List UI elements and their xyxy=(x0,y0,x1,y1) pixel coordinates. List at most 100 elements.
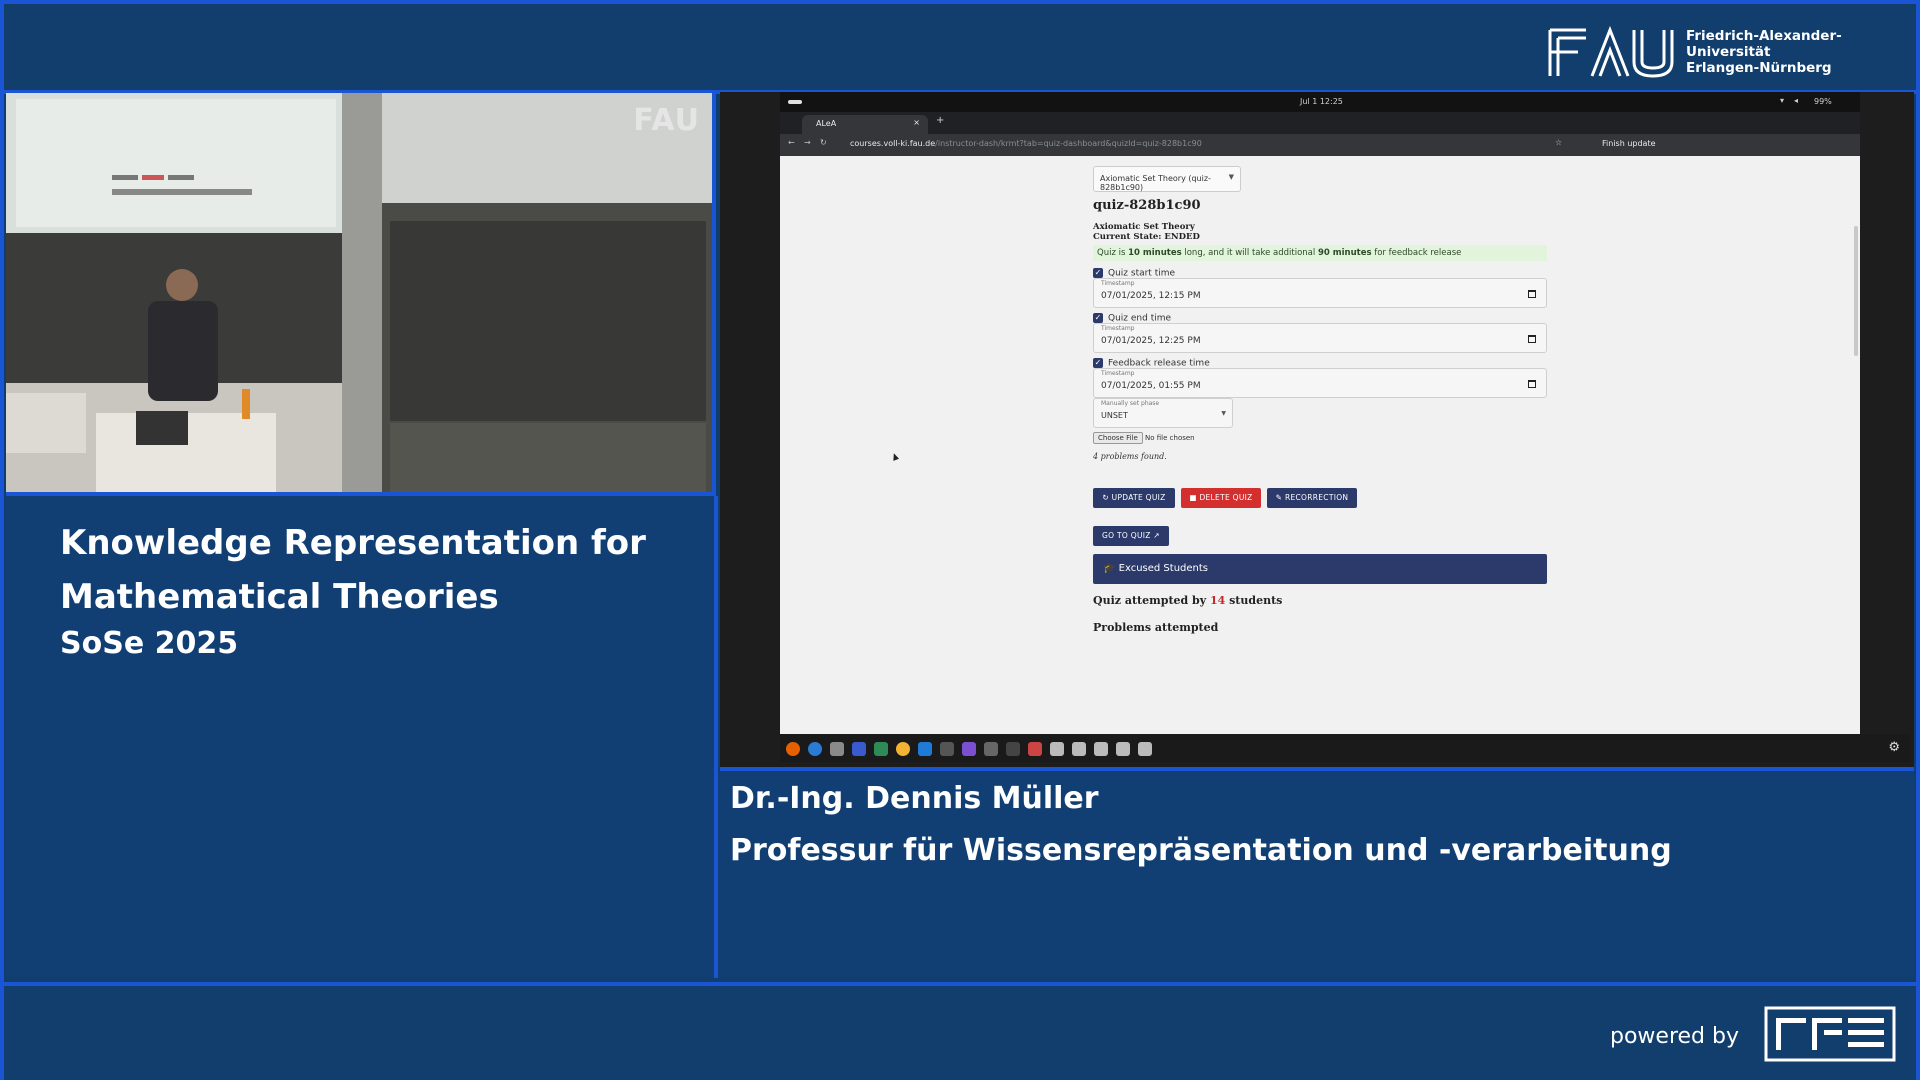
camera-watermark: FAU xyxy=(633,103,700,138)
graduation-cap-icon: 🎓 xyxy=(1103,563,1116,574)
feedback-release-label: Feedback release time xyxy=(1108,358,1210,369)
calendar-icon[interactable] xyxy=(1528,380,1536,388)
app-icon[interactable] xyxy=(962,742,976,756)
timestamp-label: Timestamp xyxy=(1101,370,1135,377)
app-icon[interactable] xyxy=(852,742,866,756)
go-to-quiz-button[interactable]: GO TO QUIZ ↗ xyxy=(1093,526,1169,546)
university-line1: Friedrich-Alexander-Universität xyxy=(1686,28,1842,60)
reload-icon[interactable]: ↻ xyxy=(820,138,827,147)
lecturer-panel: Dr.-Ing. Dennis Müller Professur für Wis… xyxy=(718,771,1914,978)
app-icon[interactable] xyxy=(1028,742,1042,756)
problems-attempted-heading: Problems attempted xyxy=(1093,621,1219,634)
delete-quiz-label: DELETE QUIZ xyxy=(1199,493,1253,502)
calendar-icon[interactable] xyxy=(1528,335,1536,343)
university-name: Friedrich-Alexander-Universität Erlangen… xyxy=(1686,28,1916,76)
trash-icon: ■ xyxy=(1189,493,1200,502)
info-prefix: Quiz is xyxy=(1097,248,1129,258)
recorrection-label: RECORRECTION xyxy=(1284,493,1349,502)
page-scrollbar[interactable] xyxy=(1854,226,1858,356)
chair-name: Professur für Wissensrepräsentation und … xyxy=(730,833,1672,868)
quiz-state: Current State: ENDED xyxy=(1093,232,1200,242)
url-domain: courses.voll-ki.fau.de xyxy=(850,139,936,148)
window-icon[interactable] xyxy=(1050,742,1064,756)
quiz-end-checkbox[interactable]: ✓ Quiz end time xyxy=(1093,313,1171,324)
files-icon[interactable] xyxy=(830,742,844,756)
quiz-subtitle: Axiomatic Set Theory xyxy=(1093,222,1195,232)
info-suffix: for feedback release xyxy=(1371,248,1462,258)
calendar-icon[interactable] xyxy=(1528,290,1536,298)
url-path: /instructor-dash/krmt?tab=quiz-dashboard… xyxy=(935,139,1202,148)
phase-select[interactable]: Manually set phase UNSET ▼ xyxy=(1093,398,1233,428)
phase-value: UNSET xyxy=(1101,411,1128,420)
delete-quiz-button[interactable]: ■ DELETE QUIZ xyxy=(1181,488,1261,508)
clock[interactable]: Jul 1 12:25 xyxy=(1300,97,1343,106)
excused-students-label: Excused Students xyxy=(1118,563,1209,574)
quiz-start-checkbox[interactable]: ✓ Quiz start time xyxy=(1093,268,1175,279)
quiz-selector[interactable]: Axiomatic Set Theory (quiz-828b1c90) ▼ xyxy=(1093,166,1241,192)
recorrection-button[interactable]: ✎ RECORRECTION xyxy=(1267,488,1357,508)
info-mid: long, and it will take additional xyxy=(1181,248,1318,258)
info-minutes: 10 minutes xyxy=(1128,248,1182,258)
checkbox-checked-icon: ✓ xyxy=(1093,358,1103,368)
quiz-selector-value: Axiomatic Set Theory (quiz-828b1c90) xyxy=(1100,174,1211,192)
quiz-start-value: 07/01/2025, 12:15 PM xyxy=(1101,291,1201,301)
volume-icon: ◂ xyxy=(1794,96,1799,105)
course-title: Knowledge Representation for Mathematica… xyxy=(60,523,646,617)
settings-gear-icon[interactable]: ⚙ xyxy=(1888,740,1900,755)
go-to-quiz-label: GO TO QUIZ xyxy=(1102,531,1151,540)
quiz-start-field[interactable]: Timestamp 07/01/2025, 12:15 PM xyxy=(1093,278,1547,308)
choose-file-button[interactable]: Choose File xyxy=(1093,432,1143,444)
update-quiz-label: UPDATE QUIZ xyxy=(1111,493,1166,502)
feedback-release-field[interactable]: Timestamp 07/01/2025, 01:55 PM xyxy=(1093,368,1547,398)
thunderbird-icon[interactable] xyxy=(808,742,822,756)
tab-title: ALeA xyxy=(816,119,837,128)
back-icon[interactable]: ← xyxy=(788,138,795,147)
excused-students-panel[interactable]: 🎓 Excused Students xyxy=(1093,554,1547,584)
terminal-icon[interactable] xyxy=(874,742,888,756)
app-icon[interactable] xyxy=(984,742,998,756)
quiz-end-label: Quiz end time xyxy=(1108,313,1172,324)
file-upload: Choose File No file chosen xyxy=(1093,432,1195,444)
window-icon[interactable] xyxy=(1072,742,1086,756)
semester: SoSe 2025 xyxy=(60,626,239,661)
mouse-cursor xyxy=(890,452,900,461)
finish-update-button[interactable]: Finish update xyxy=(1602,139,1656,148)
course-panel: Knowledge Representation for Mathematica… xyxy=(6,496,718,978)
university-line2: Erlangen-Nürnberg xyxy=(1686,60,1832,76)
chrome-icon[interactable] xyxy=(896,742,910,756)
window-icon[interactable] xyxy=(1094,742,1108,756)
timestamp-label: Timestamp xyxy=(1101,325,1135,332)
feedback-release-checkbox[interactable]: ✓ Feedback release time xyxy=(1093,358,1210,369)
update-quiz-button[interactable]: ↻ UPDATE QUIZ xyxy=(1093,488,1175,508)
powered-by-label: powered by xyxy=(1610,1024,1739,1049)
new-tab-icon[interactable]: + xyxy=(936,115,944,126)
refresh-icon: ↻ xyxy=(1102,493,1112,502)
firefox-icon[interactable] xyxy=(786,742,800,756)
bookmark-star-icon[interactable]: ☆ xyxy=(1555,138,1562,147)
url-field[interactable]: courses.voll-ki.fau.de/instructor-dash/k… xyxy=(850,139,1202,148)
camera-feed: FAU xyxy=(6,93,716,496)
app-icon[interactable] xyxy=(940,742,954,756)
no-file-label: No file chosen xyxy=(1145,434,1195,442)
problems-found: 4 problems found. xyxy=(1093,452,1167,461)
header-bar: Friedrich-Alexander-Universität Erlangen… xyxy=(4,4,1916,94)
app-icon[interactable] xyxy=(1006,742,1020,756)
taskbar: ⚙ xyxy=(780,734,1910,762)
forward-icon[interactable]: → xyxy=(804,138,811,147)
tab-close-icon[interactable]: × xyxy=(913,118,920,127)
info-feedback: 90 minutes xyxy=(1317,248,1372,258)
wifi-icon: ▾ xyxy=(1780,96,1785,105)
quiz-end-field[interactable]: Timestamp 07/01/2025, 12:25 PM xyxy=(1093,323,1547,353)
quiz-dashboard-page: Axiomatic Set Theory (quiz-828b1c90) ▼ q… xyxy=(780,156,1860,734)
system-top-bar: Jul 1 12:25 ▾ ◂ 99% xyxy=(780,92,1860,112)
attempted-suffix: students xyxy=(1225,594,1283,607)
window-icon[interactable] xyxy=(1138,742,1152,756)
screen-capture: Jul 1 12:25 ▾ ◂ 99% ALeA × + ← → ↻ cours… xyxy=(720,92,1914,771)
footer-bar: powered by xyxy=(4,982,1916,1080)
activities-icon[interactable] xyxy=(788,100,802,104)
phase-label: Manually set phase xyxy=(1101,400,1160,407)
vscode-icon[interactable] xyxy=(918,742,932,756)
pencil-icon: ✎ xyxy=(1275,493,1285,502)
window-icon[interactable] xyxy=(1116,742,1130,756)
tab-alea[interactable]: ALeA × xyxy=(802,115,928,134)
